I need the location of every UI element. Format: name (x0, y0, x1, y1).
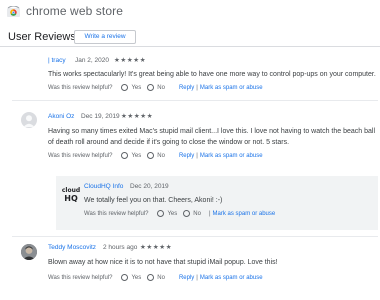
helpful-no-label: No (157, 84, 165, 91)
review-text: This works spectacularly! It's great bei… (48, 71, 376, 78)
logo-text-cloud: cloud (62, 187, 80, 194)
top-bar: chrome web store (0, 0, 380, 22)
mark-spam-link[interactable]: Mark as spam or abuse (200, 275, 263, 281)
reviews-header: User Reviews Write a review (0, 27, 380, 47)
cloudhq-logo-icon: cloud HQ (62, 187, 80, 203)
helpful-yes-label: Yes (131, 152, 142, 159)
helpful-no-radio[interactable] (147, 84, 155, 91)
helpful-no-radio[interactable] (147, 152, 155, 159)
helpful-yes-label: Yes (131, 274, 142, 281)
star-rating: ★★★★★ (121, 113, 154, 120)
helpful-question: Was this review helpful? (84, 210, 149, 217)
star-rating: ★★★★★ (140, 244, 173, 251)
helpful-no-label: No (157, 274, 165, 281)
review-text-line: Having so many times exited Mac's stupid… (48, 128, 375, 135)
mark-spam-link[interactable]: Mark as spam or abuse (200, 153, 263, 159)
link-separator: | (196, 152, 198, 159)
helpful-no-radio[interactable] (147, 274, 155, 281)
helpful-question: Was this review helpful? (48, 152, 113, 159)
helpful-yes-radio[interactable] (121, 84, 129, 91)
reviewer-name[interactable]: | tracy (48, 57, 66, 64)
write-review-button[interactable]: Write a review (74, 30, 136, 44)
helpful-question: Was this review helpful? (48, 274, 113, 281)
review-date: 2 hours ago (103, 244, 138, 251)
mark-spam-link[interactable]: Mark as spam or abuse (213, 211, 276, 217)
reply-link[interactable]: Reply (179, 275, 194, 281)
helpful-no-label: No (193, 210, 201, 217)
store-title[interactable]: chrome web store (26, 4, 123, 18)
link-separator: | (196, 84, 198, 91)
review-date: Dec 19, 2019 (81, 113, 120, 120)
mark-spam-link[interactable]: Mark as spam or abuse (200, 85, 263, 91)
helpful-row: Was this review helpful? Yes No Reply | … (48, 152, 263, 159)
reviewer-name[interactable]: Akoni Oz (48, 113, 74, 120)
helpful-row: Was this review helpful? Yes No Reply | … (48, 84, 263, 91)
default-avatar-icon (23, 115, 35, 127)
review-date: Jan 2, 2020 (75, 57, 109, 64)
helpful-yes-label: Yes (167, 210, 178, 217)
reply-date: Dec 20, 2019 (130, 183, 169, 190)
helpful-yes-radio[interactable] (121, 152, 129, 159)
review-text-line: of death roll around and decide if it's … (48, 139, 290, 146)
helpful-no-radio[interactable] (183, 210, 191, 217)
reply-helpful-row: Was this review helpful? Yes No | Mark a… (84, 210, 275, 217)
helpful-yes-label: Yes (131, 84, 142, 91)
reply-author-name[interactable]: CloudHQ Info (84, 183, 123, 190)
helpful-question: Was this review helpful? (48, 84, 113, 91)
reviews-title: User Reviews (8, 31, 76, 43)
review-divider (12, 100, 378, 101)
review-divider (12, 236, 378, 237)
avatar[interactable] (21, 112, 37, 128)
user-photo-icon (21, 244, 37, 260)
reviewer-name[interactable]: Teddy Moscovitz (48, 244, 96, 251)
chrome-web-store-logo-icon[interactable] (7, 6, 20, 17)
helpful-yes-radio[interactable] (121, 274, 129, 281)
star-rating: ★★★★★ (114, 57, 147, 64)
review-text: Blown away at how nice it is to not have… (48, 259, 278, 266)
reply-text: We totally feel you on that. Cheers, Ako… (84, 197, 223, 204)
helpful-row: Was this review helpful? Yes No Reply | … (48, 274, 263, 281)
helpful-no-label: No (157, 152, 165, 159)
reply-link[interactable]: Reply (179, 153, 194, 159)
avatar[interactable] (21, 244, 37, 260)
reply-link[interactable]: Reply (179, 85, 194, 91)
link-separator: | (196, 274, 198, 281)
logo-text-hq: HQ (64, 194, 78, 203)
link-separator: | (208, 210, 211, 217)
helpful-yes-radio[interactable] (157, 210, 165, 217)
